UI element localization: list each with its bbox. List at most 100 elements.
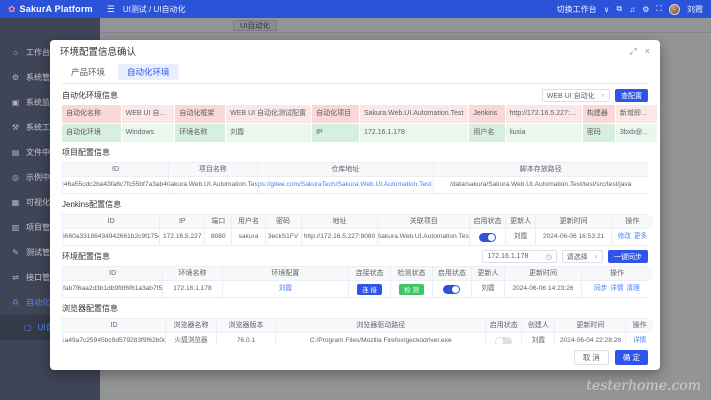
- column-header: 更新时间: [536, 215, 611, 228]
- jenkins-edit-link[interactable]: 修改: [618, 229, 631, 245]
- env-select[interactable]: 请选择 ∨: [562, 250, 603, 263]
- browser-enabled-toggle[interactable]: [495, 337, 512, 345]
- column-header: 浏览器版本: [217, 319, 275, 332]
- automation-env-section-header: 自动化环境信息 WEB UI 自动化 ∨ 查配置: [62, 88, 648, 103]
- tab-automation-env[interactable]: 自动化环境: [118, 64, 179, 80]
- jenkins-port-cell: 8080: [205, 229, 231, 245]
- monitor-icon[interactable]: ⧉: [617, 4, 623, 14]
- jenkins-url-cell: http://172.16.5.227:8080: [302, 229, 378, 245]
- collapse-menu-icon[interactable]: ☰: [107, 4, 115, 15]
- column-header: 密码: [266, 215, 301, 228]
- jenkins-updater-cell: 刘霞: [506, 229, 535, 245]
- browser-detail-link[interactable]: 详情: [633, 333, 646, 344]
- brand-logo-icon: ✿: [8, 4, 16, 15]
- api-icon: ⇌: [11, 273, 20, 282]
- column-header: 更新人: [472, 267, 504, 280]
- pair-label: 环境名称: [175, 124, 225, 142]
- column-header: 浏览器驱动路径: [276, 319, 485, 332]
- automation-icon: ♻: [11, 298, 20, 307]
- pair-value: 新增即触发: [616, 105, 657, 123]
- browser-table: ID 浏览器名称 浏览器版本 浏览器驱动路径 启用状态 创建人 更新时间 操作 …: [62, 318, 648, 344]
- column-header: 启用状态: [433, 267, 471, 280]
- env-enabled-toggle[interactable]: [443, 285, 460, 294]
- project-id-cell: c46a55cdc2ba43fa8c7fc55bf7a3ab46: [63, 177, 168, 193]
- brand-title: SakurA Platform: [20, 4, 93, 14]
- confirm-button[interactable]: 确 定: [615, 350, 648, 365]
- dashboard-icon: ▦: [11, 198, 20, 207]
- one-key-sync-button[interactable]: 一键同步: [608, 250, 648, 263]
- env-clean-link[interactable]: 清理: [627, 281, 640, 297]
- column-header: ID: [63, 319, 165, 332]
- chevron-down-icon: ∨: [601, 92, 605, 99]
- section-title: 自动化环境信息: [62, 90, 118, 101]
- browser-id-cell: 11a49a7c25945bc9d579283f9f62b0d8: [63, 333, 165, 344]
- column-header: 地址: [302, 215, 378, 228]
- monitor-icon: ▣: [11, 98, 20, 107]
- workspace-chevron-icon: ∨: [604, 5, 610, 14]
- ui-automation-icon: ▢: [24, 323, 32, 332]
- jenkins-table: ID IP 端口 用户名 密码 地址 关联项目 启用状态 更新人 更新时间 操作…: [62, 214, 648, 246]
- section-title: 项目配置信息: [62, 147, 110, 158]
- username[interactable]: 刘霞: [687, 4, 703, 15]
- settings-gear-icon[interactable]: ⚙: [642, 5, 649, 14]
- env-detail-link[interactable]: 详情: [610, 281, 623, 297]
- jenkins-section-header: Jenkins配置信息: [62, 197, 648, 212]
- dialog-fullscreen-icon[interactable]: ⤢: [630, 46, 637, 57]
- env-sync-link[interactable]: 同步: [594, 281, 607, 297]
- home-icon: ⌂: [11, 48, 20, 57]
- jenkins-ip-cell: 172.16.5.227: [160, 229, 204, 245]
- env-config-section-header: 环境配置信息 ◷ 请选择 ∨ 一键同步: [62, 249, 648, 264]
- jenkins-password-cell: 3eckS1FV: [266, 229, 301, 245]
- close-icon[interactable]: ×: [645, 46, 650, 57]
- column-header: 操作: [626, 319, 652, 332]
- pair-label: 密码: [583, 124, 615, 142]
- column-header: 用户名: [232, 215, 264, 228]
- pair-value: 刘霞: [226, 124, 311, 142]
- workspace-switcher[interactable]: 切换工作台: [557, 4, 597, 15]
- env-config-link[interactable]: 刘霞: [279, 281, 292, 297]
- check-button[interactable]: 检 测: [399, 284, 424, 295]
- connect-button[interactable]: 连 接: [357, 284, 382, 295]
- header-actions: 切换工作台 ∨ ⧉ ♫ ⚙ ⛶ 刘霞: [557, 4, 711, 15]
- env-id-cell: 7fab7f6aa2d3b1db9f8f6f61a3ab7f56: [63, 281, 162, 297]
- dialog-footer: 取 消 确 定: [50, 344, 660, 370]
- jenkins-more-link[interactable]: 更多: [634, 229, 647, 245]
- view-config-button[interactable]: 查配置: [615, 89, 648, 102]
- pair-label: 自动化项目: [312, 105, 359, 123]
- user-avatar[interactable]: [669, 4, 680, 15]
- automation-select[interactable]: WEB UI 自动化 ∨: [542, 89, 610, 102]
- dialog-tabs: 产品环境 自动化环境: [62, 64, 648, 84]
- fullscreen-icon[interactable]: ⛶: [656, 4, 662, 14]
- cancel-button[interactable]: 取 消: [574, 350, 609, 365]
- section-title: 环境配置信息: [62, 251, 110, 262]
- pair-value: 3bxb@HPV: [616, 124, 657, 142]
- project-table: ID 项目名称 仓库地址 脚本存放路径 c46a55cdc2ba43fa8c7f…: [62, 162, 648, 194]
- dialog-header: 环境配置信息确认 ⤢ ×: [50, 40, 660, 62]
- column-header: 检测状态: [391, 267, 432, 280]
- watermark: testerhome.com: [586, 378, 701, 394]
- clock-icon[interactable]: ◷: [545, 253, 551, 261]
- column-header: 脚本存放路径: [434, 163, 648, 176]
- script-path-cell: /data/sakura/Sakura.Web.UI.Automation.Te…: [434, 177, 648, 193]
- tab-product-env[interactable]: 产品环境: [62, 64, 114, 80]
- project-name-cell: Sakura.Web.UI.Automation.Test: [169, 177, 257, 193]
- dialog-title: 环境配置信息确认: [60, 44, 136, 58]
- column-header: 仓库地址: [258, 163, 433, 176]
- section-title: 浏览器配置信息: [62, 303, 118, 314]
- project-icon: ▥: [11, 223, 20, 232]
- sidebar-item-label: 工作台: [26, 47, 50, 58]
- pair-value: http://172.16.5.227:8080: [506, 105, 582, 123]
- column-header: IP: [160, 215, 204, 228]
- breadcrumb: UI测试 / UI自动化: [123, 4, 186, 15]
- sound-icon[interactable]: ♫: [629, 5, 635, 14]
- column-header: 环境名称: [163, 267, 221, 280]
- browser-creator-cell: 刘霞: [522, 333, 554, 344]
- app-header: ✿ SakurA Platform ☰ UI测试 / UI自动化 切换工作台 ∨…: [0, 0, 711, 18]
- file-icon: ▤: [11, 148, 20, 157]
- env-name-cell: 172.16.1.178: [163, 281, 221, 297]
- ip-input[interactable]: [487, 253, 545, 260]
- browser-version-cell: 76.0.1: [217, 333, 275, 344]
- automation-env-table: 自动化名称 WEB UI 自动化 自动化框架 WEB UI 自动化测试配置 自动…: [62, 105, 648, 142]
- repo-link[interactable]: https://gitee.com/SakuraTech/Sakura.Web.…: [258, 177, 433, 193]
- jenkins-enabled-toggle[interactable]: [479, 233, 496, 242]
